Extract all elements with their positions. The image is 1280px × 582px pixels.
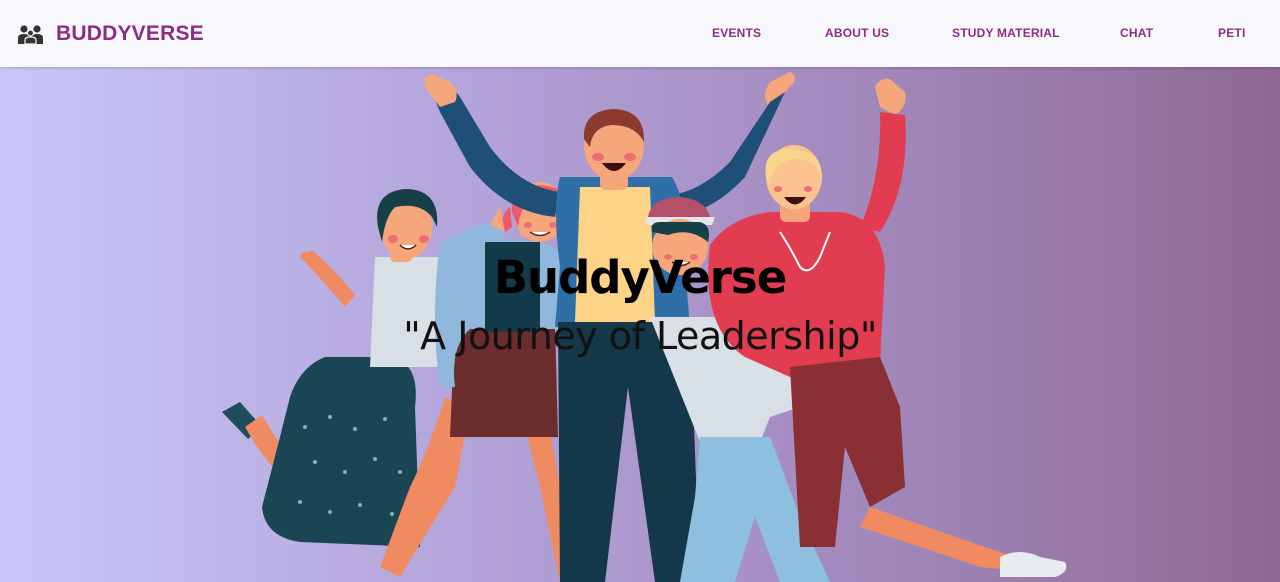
brand-name: BUDDYVERSE bbox=[56, 22, 204, 45]
hero-title: BuddyVerse bbox=[493, 251, 787, 304]
nav-chat[interactable]: CHAT bbox=[1120, 26, 1153, 40]
nav-peti[interactable]: PETI bbox=[1218, 26, 1245, 40]
nav-events[interactable]: EVENTS bbox=[712, 26, 761, 40]
hero-subtitle: "A Journey of Leadership" bbox=[403, 314, 877, 358]
group-icon bbox=[18, 25, 43, 45]
nav-study-material[interactable]: STUDY MATERIAL bbox=[952, 26, 1060, 40]
navbar: BUDDYVERSE EVENTS ABOUT US STUDY MATERIA… bbox=[0, 0, 1280, 67]
brand-link[interactable]: BUDDYVERSE bbox=[17, 18, 204, 50]
nav-about-us[interactable]: ABOUT US bbox=[825, 26, 889, 40]
hero-section: BuddyVerse "A Journey of Leadership" bbox=[0, 67, 1280, 582]
